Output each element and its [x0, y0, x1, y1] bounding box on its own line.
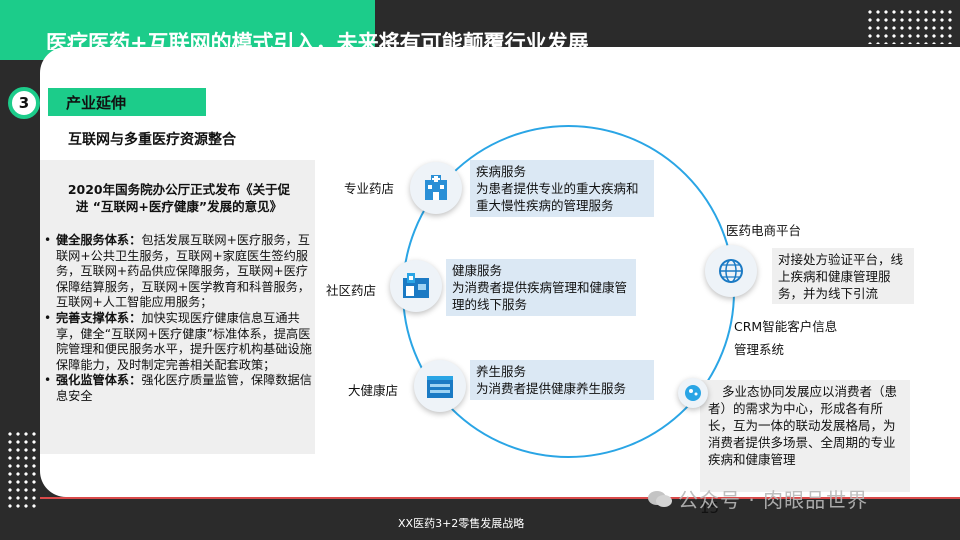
service-desc: 为消费者提供健康养生服务: [476, 381, 627, 396]
list-item: 强化监管体系：强化医疗质量监管，保障数据信息安全: [44, 373, 312, 404]
service-title: 疾病服务: [476, 164, 527, 179]
dot-pattern-decoration: [6, 430, 36, 510]
policy-list: 健全服务体系：包括发展互联网+医疗服务，互联网+公共卫生服务，互联网+家庭医生签…: [44, 233, 312, 405]
list-item: 健全服务体系：包括发展互联网+医疗服务，互联网+公共卫生服务，互联网+家庭医生签…: [44, 233, 312, 311]
store-label-health: 大健康店: [348, 383, 399, 398]
crm-label: CRM智能客户信息 管理系统: [734, 316, 837, 358]
service-box-wellness: 养生服务 为消费者提供健康养生服务: [470, 360, 654, 400]
section-subtitle: 互联网与多重医疗资源整合: [68, 132, 236, 148]
wechat-icon: [648, 491, 672, 507]
service-box-disease: 疾病服务 为患者提供专业的重大疾病和重大慢性疾病的管理服务: [470, 160, 654, 217]
service-desc: 为患者提供专业的重大疾病和重大慢性疾病的管理服务: [476, 181, 639, 213]
list-item: 完善支撑体系：加快实现医疗健康信息互通共享，健全“互联网+医疗健康”标准体系，提…: [44, 311, 312, 373]
store-label-professional: 专业药店: [344, 181, 395, 196]
hospital-icon: [410, 162, 462, 214]
synergy-desc: 多业态协同发展应以消费者（患者）的需求为中心，形成各有所长，互为一体的联动发展格…: [708, 384, 898, 467]
crm-label-line: CRM智能客户信息: [734, 319, 838, 334]
service-title: 养生服务: [476, 364, 527, 379]
watermark: 公众号 · 肉眼品世界: [678, 488, 869, 512]
policy-item-title: 完善支撑体系：: [56, 310, 142, 325]
policy-heading-line: 2020年国务院办公厅正式发布《关于促: [67, 182, 291, 197]
service-title: 健康服务: [452, 263, 503, 278]
synergy-desc-box: 多业态协同发展应以消费者（患者）的需求为中心，形成各有所长，互为一体的联动发展格…: [700, 380, 910, 492]
service-desc: 为消费者提供疾病管理和健康管理的线下服务: [452, 280, 628, 312]
footer-title: XX医药3+2零售发展战略: [398, 517, 525, 530]
building-icon: [414, 360, 466, 412]
pharmacy-icon: [390, 260, 442, 312]
store-label-community: 社区药店: [326, 283, 377, 298]
section-number-badge: 3: [8, 87, 40, 119]
policy-item-title: 健全服务体系：: [56, 233, 142, 247]
section-title: 产业延伸: [66, 94, 127, 112]
head-network-icon: [678, 378, 708, 408]
service-box-health: 健康服务 为消费者提供疾病管理和健康管理的线下服务: [446, 259, 636, 316]
policy-item-title: 强化监管体系：: [56, 373, 142, 388]
ecommerce-label: 医药电商平台: [726, 223, 802, 238]
ecommerce-desc-box: 对接处方验证平台，线上疾病和健康管理服务，并为线下引流: [772, 248, 914, 304]
policy-heading: 2020年国务院办公厅正式发布《关于促 进 “互联网+医疗健康”发展的意见》: [48, 181, 310, 215]
crm-label-line: 管理系统: [734, 342, 785, 357]
dot-pattern-decoration: [866, 8, 956, 44]
policy-heading-line: 进 “互联网+医疗健康”发展的意见》: [75, 199, 283, 214]
globe-network-icon: [705, 245, 757, 297]
